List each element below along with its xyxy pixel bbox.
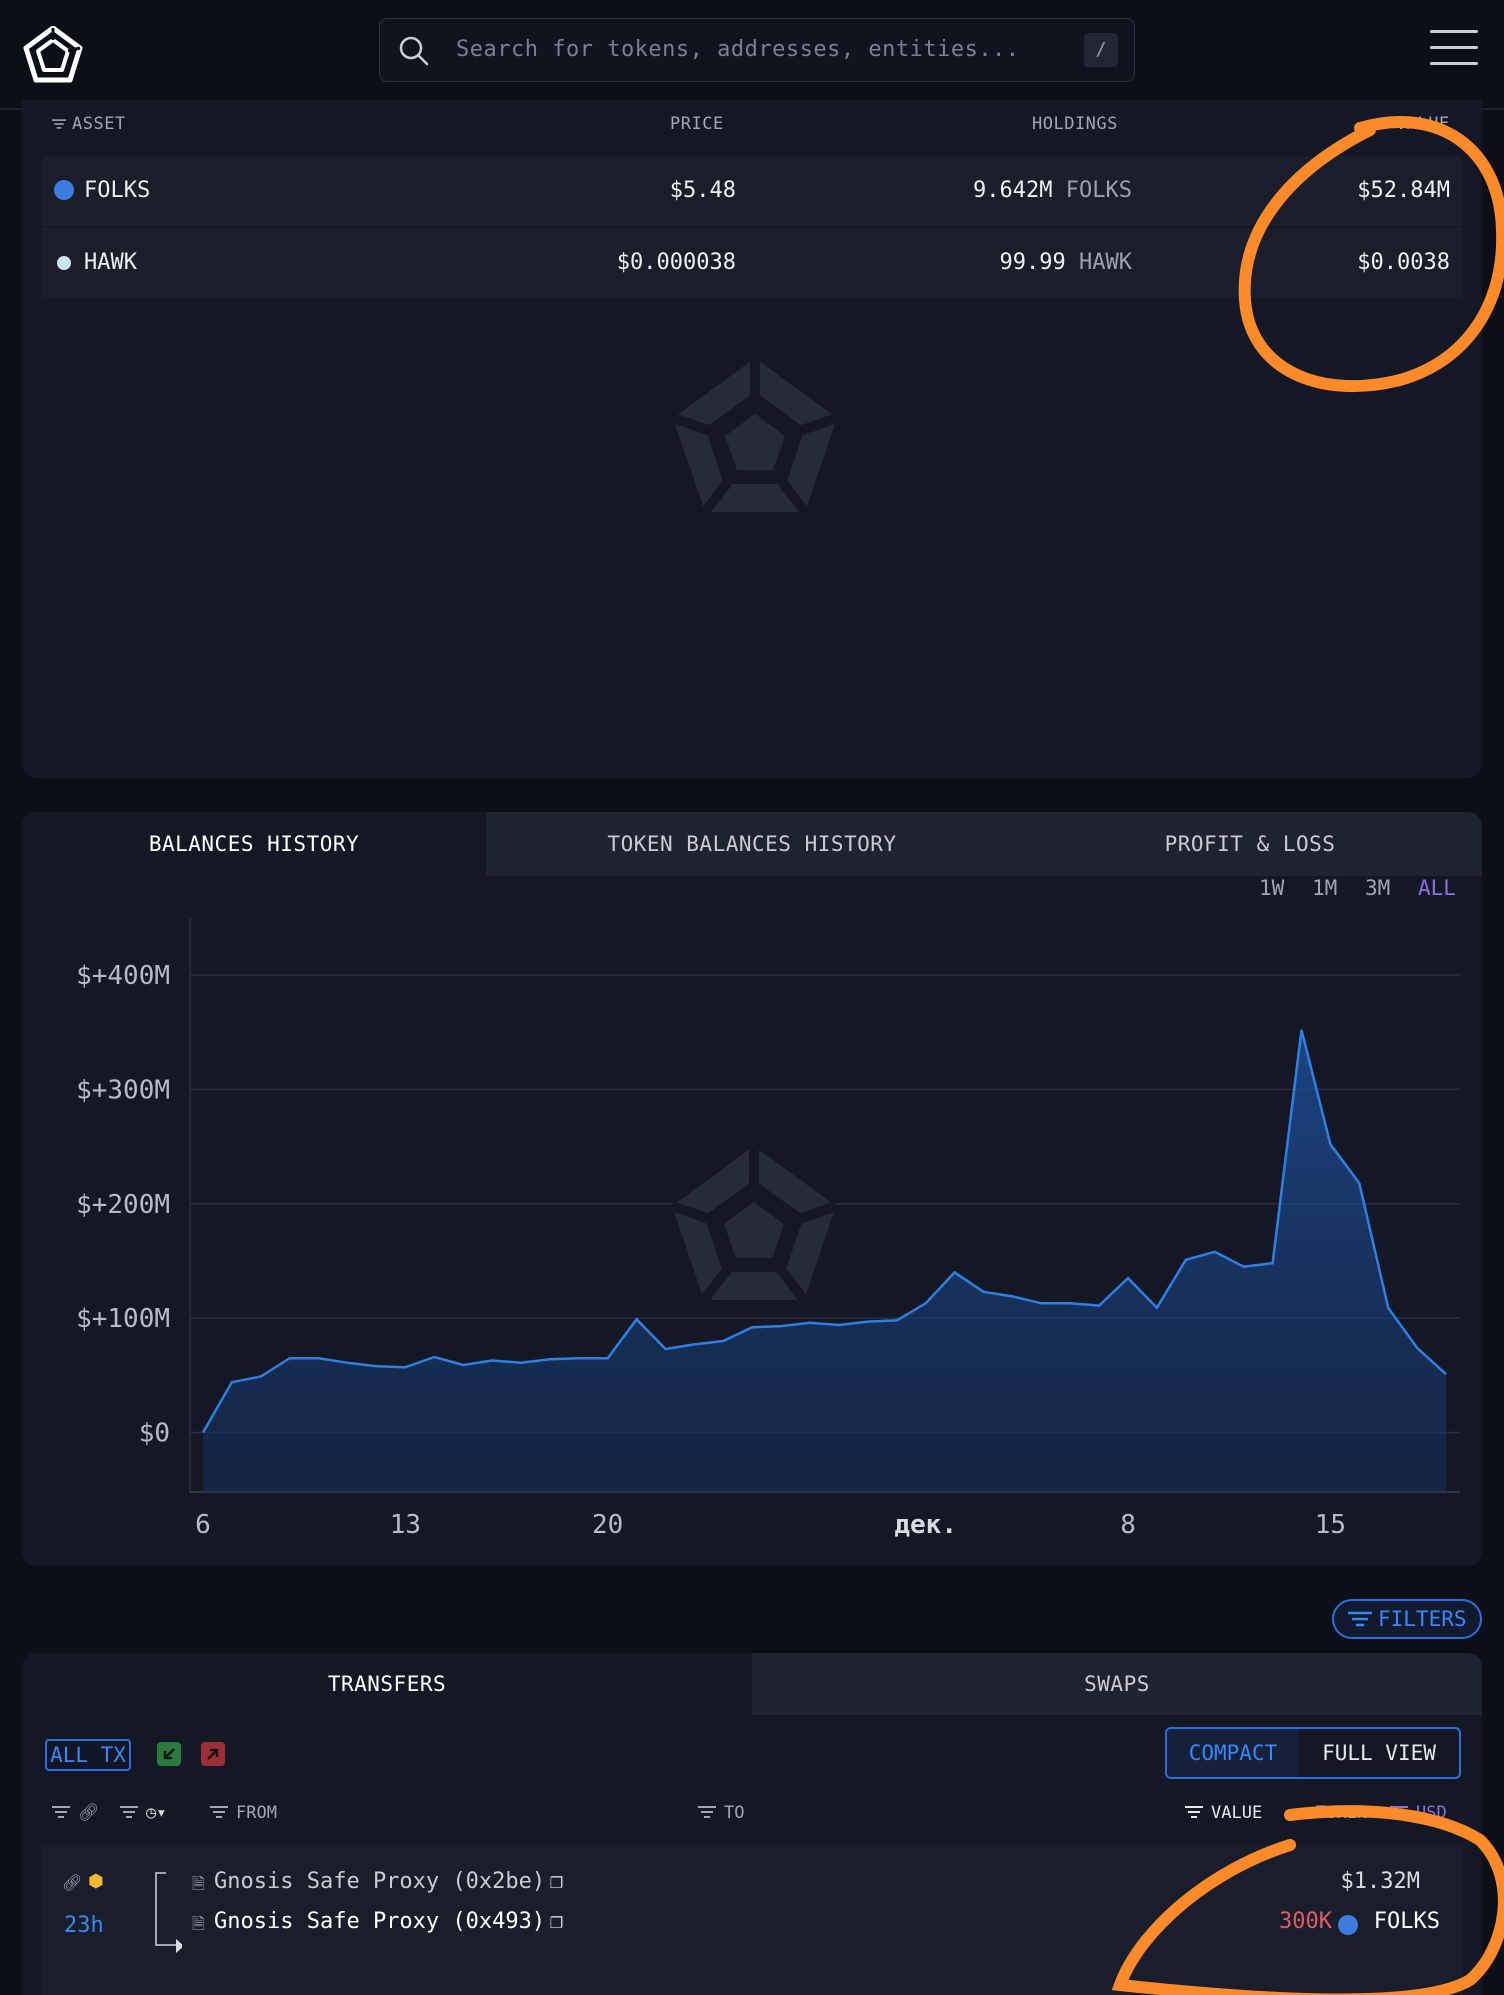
filters-button[interactable]: FILTERS [1332, 1599, 1482, 1639]
y-tick-label: $+200M [76, 1190, 170, 1220]
filter-icon [1348, 1611, 1372, 1627]
link-icon: 🔗︎ [78, 1803, 100, 1823]
filter-icon [120, 1806, 138, 1818]
outgoing-filter-icon[interactable] [201, 1742, 225, 1766]
to-column-header[interactable]: TO [698, 1803, 744, 1823]
to-header-label: TO [724, 1803, 745, 1823]
chain-icon: ⬢ [88, 1871, 104, 1892]
filter-icon [1185, 1806, 1203, 1818]
filter-icon [698, 1806, 716, 1818]
token-name[interactable]: FOLKS [1374, 1909, 1440, 1934]
from-column-header[interactable]: FROM [210, 1803, 277, 1823]
all-tx-filter-button[interactable]: ALL TX [45, 1739, 131, 1771]
y-tick-label: $+400M [76, 961, 170, 991]
time-column-header[interactable]: ◷▾ [120, 1803, 166, 1823]
full-view-option[interactable]: FULL VIEW [1299, 1729, 1459, 1777]
chart-watermark-icon [670, 1146, 838, 1304]
clock-icon: ◷▾ [146, 1803, 167, 1823]
y-tick-label: $+300M [76, 1075, 170, 1105]
contract-icon: 🗎︎ [192, 1874, 205, 1893]
y-tick-label: $+100M [76, 1304, 170, 1334]
usd-header-label: USD [1416, 1803, 1447, 1823]
x-tick-label: 6 [195, 1510, 211, 1540]
copy-to-icon[interactable]: ❐ [550, 1909, 563, 1934]
folks-token-icon [1338, 1915, 1358, 1935]
value-column-header[interactable]: VALUE [1185, 1803, 1262, 1823]
from-header-label: FROM [236, 1803, 277, 1823]
link-column-header[interactable]: 🔗︎ [52, 1803, 100, 1823]
transfer-arrow-icon [155, 1872, 182, 1953]
y-axis: $+400M $+300M $+200M $+100M $0 [76, 961, 170, 1449]
balances-history-chart[interactable]: $+400M $+300M $+200M $+100M $0 6 13 20 дек. 8 15 [0, 0, 1504, 1580]
filters-label: FILTERS [1378, 1607, 1467, 1631]
value-header-label: VALUE [1211, 1803, 1263, 1823]
compact-view-option[interactable]: COMPACT [1167, 1729, 1299, 1777]
token-amount: 300K [1279, 1909, 1332, 1934]
token-column-header[interactable]: TOKEN [1316, 1803, 1367, 1823]
filter-icon [210, 1806, 228, 1818]
link-icon[interactable]: 🔗︎ [62, 1873, 82, 1892]
incoming-filter-icon[interactable] [157, 1742, 181, 1766]
tab-transfers[interactable]: TRANSFERS [22, 1653, 752, 1715]
tab-swaps[interactable]: SWAPS [752, 1653, 1482, 1715]
x-tick-label: 13 [390, 1510, 421, 1540]
contract-icon: 🗎︎ [192, 1914, 205, 1933]
x-tick-label: дек. [894, 1510, 957, 1540]
view-toggle[interactable]: COMPACT FULL VIEW [1165, 1727, 1461, 1779]
usd-column-header[interactable]: USD [1390, 1803, 1447, 1823]
balance-area [203, 1029, 1446, 1492]
usd-value: $1.32M [1340, 1869, 1420, 1894]
transfer-row[interactable]: 🔗︎ ⬢ 23h 🗎︎ Gnosis Safe Proxy (0x2be) ❐ … [42, 1845, 1462, 1995]
filter-icon [1390, 1806, 1408, 1818]
to-address[interactable]: Gnosis Safe Proxy (0x493) [214, 1909, 545, 1934]
copy-from-icon[interactable]: ❐ [550, 1869, 563, 1894]
x-tick-label: 15 [1315, 1510, 1346, 1540]
filter-icon [52, 1806, 70, 1818]
x-tick-label: 20 [592, 1510, 623, 1540]
x-tick-label: 8 [1120, 1510, 1136, 1540]
time-ago[interactable]: 23h [64, 1913, 104, 1938]
x-axis: 6 13 20 дек. 8 15 [195, 1510, 1346, 1540]
y-tick-label: $0 [139, 1419, 170, 1449]
from-address[interactable]: Gnosis Safe Proxy (0x2be) [214, 1869, 545, 1894]
